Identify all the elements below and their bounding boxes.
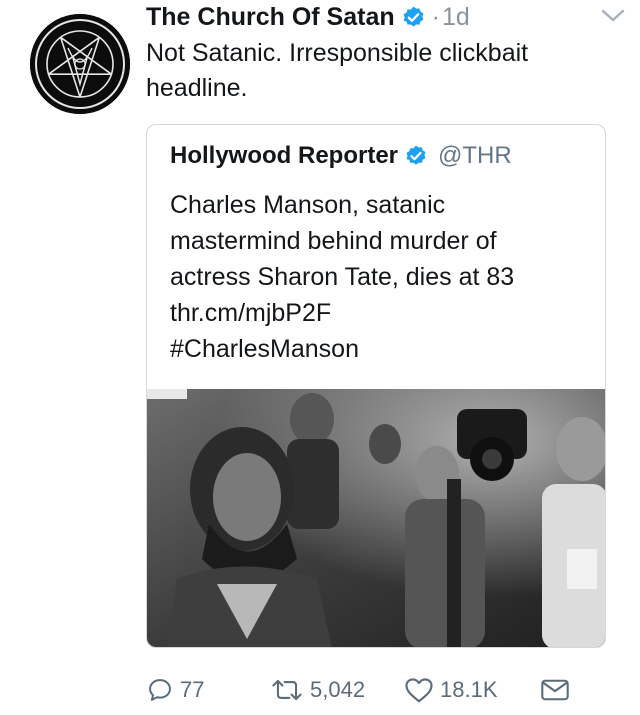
- quoted-text-line: actress Sharon Tate, dies at 83: [170, 263, 515, 291]
- like-count: 18.1K: [440, 677, 498, 702]
- quoted-link[interactable]: thr.cm/mjbP2F: [170, 295, 590, 331]
- author-avatar[interactable]: [30, 14, 130, 114]
- envelope-icon: [541, 679, 569, 701]
- verified-badge-icon: [406, 145, 426, 165]
- direct-message-button[interactable]: [540, 672, 570, 708]
- sigil-of-baphomet-icon: [30, 14, 130, 114]
- chevron-down-icon[interactable]: [600, 6, 626, 26]
- quoted-author-handle[interactable]: @THR: [438, 142, 512, 170]
- retweet-count: 5,042: [310, 677, 366, 702]
- tweet-actions: 77 5,042 18.1K: [146, 672, 616, 708]
- retweet-icon: [272, 679, 302, 701]
- quoted-tweet-card[interactable]: Hollywood Reporter @THR Charles Manson, …: [146, 124, 606, 648]
- reply-button[interactable]: 77: [146, 672, 204, 708]
- quoted-tweet-header: Hollywood Reporter @THR: [170, 142, 512, 170]
- heart-icon: [405, 678, 433, 703]
- author-name[interactable]: The Church Of Satan: [146, 3, 395, 32]
- quoted-tweet-text: Charles Manson, satanic mastermind behin…: [170, 187, 590, 367]
- tweet-text: Not Satanic. Irresponsible clickbait hea…: [146, 39, 529, 102]
- quoted-text-line: mastermind behind murder of: [170, 227, 497, 255]
- reply-count: 77: [180, 677, 205, 702]
- verified-badge-icon: [403, 6, 424, 27]
- quoted-hashtag[interactable]: #CharlesManson: [170, 331, 590, 367]
- quoted-author-name[interactable]: Hollywood Reporter: [170, 142, 398, 170]
- news-photo[interactable]: [147, 389, 606, 648]
- retweet-button[interactable]: 5,042: [270, 672, 365, 708]
- like-button[interactable]: 18.1K: [404, 672, 498, 708]
- quoted-text-line: Charles Manson, satanic: [170, 191, 446, 219]
- reply-icon: [149, 679, 171, 701]
- separator-dot: ·: [431, 2, 440, 31]
- tweet-header: The Church Of Satan · 1d: [146, 0, 616, 34]
- tweet-timestamp[interactable]: 1d: [442, 3, 470, 32]
